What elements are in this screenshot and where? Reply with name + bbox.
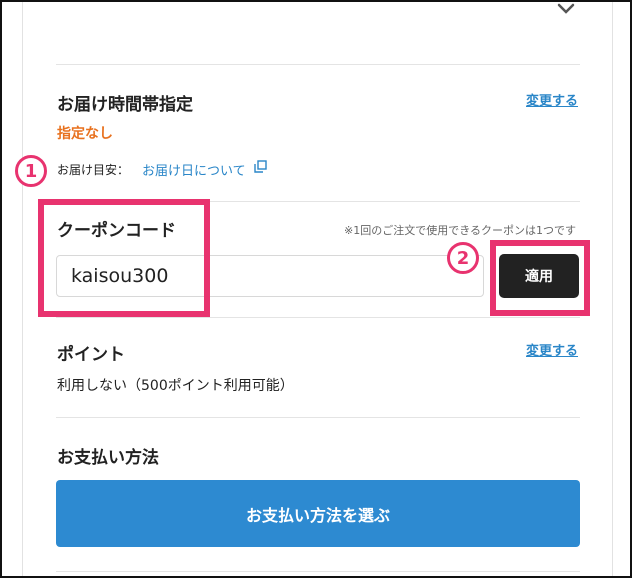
divider — [56, 317, 580, 318]
select-payment-button[interactable]: お支払い方法を選ぶ — [56, 480, 580, 547]
copy-icon — [254, 160, 267, 173]
delivery-date-info-link[interactable]: お届け日について — [142, 160, 246, 179]
divider — [56, 64, 580, 65]
apply-highlight-box — [490, 240, 590, 316]
coupon-note: ※1回のご注文で使用できるクーポンは1つです — [344, 224, 576, 237]
payment-title: お支払い方法 — [57, 448, 159, 468]
step-marker-2: 2 — [447, 242, 479, 274]
points-title: ポイント — [57, 345, 125, 365]
coupon-highlight-box — [38, 199, 210, 317]
step-marker-1: 1 — [15, 155, 47, 187]
points-change-link[interactable]: 変更する — [526, 340, 578, 359]
delivery-time-change-link[interactable]: 変更する — [526, 90, 578, 109]
points-status: 利用しない（500ポイント利用可能） — [57, 378, 294, 394]
delivery-time-title: お届け時間帯指定 — [57, 95, 193, 115]
divider — [56, 417, 580, 418]
screenshot-frame: お届け時間帯指定 変更する 指定なし お届け目安： お届け日について クーポンコ… — [0, 0, 632, 578]
delivery-eta-label: お届け目安： — [57, 163, 130, 177]
chevron-down-icon[interactable] — [556, 2, 576, 16]
delivery-time-value: 指定なし — [57, 126, 113, 142]
divider — [56, 571, 580, 572]
